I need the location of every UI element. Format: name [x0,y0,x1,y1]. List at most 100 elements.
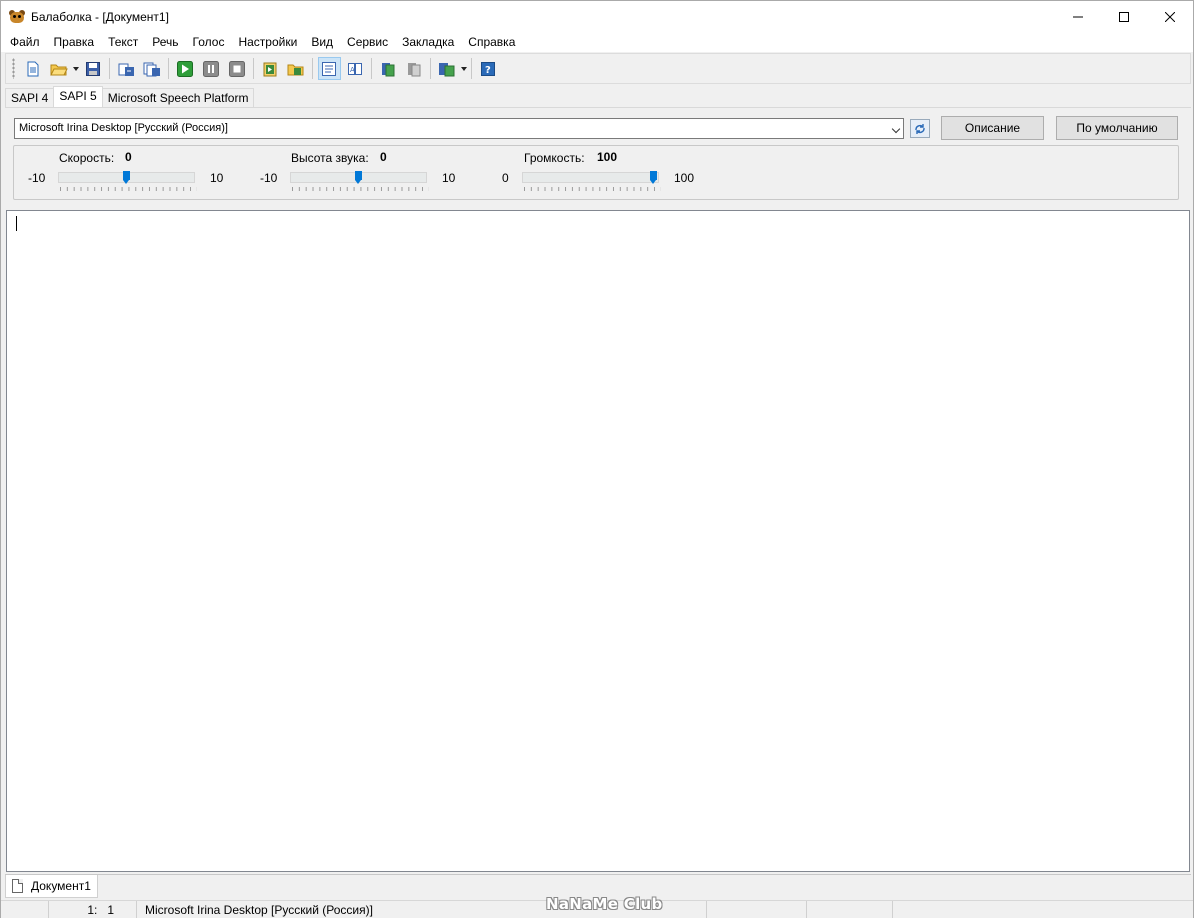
read-file-button[interactable] [285,57,308,80]
volume-label: Громкость: [524,151,585,165]
maximize-icon [1119,11,1129,22]
balabolka-app-icon[interactable] [9,9,25,25]
volume-ticks [524,187,661,191]
volume-max: 100 [674,171,695,185]
main-window: Балаболка - [Документ1] Файл Правка Текс… [0,0,1194,918]
minimize-button[interactable] [1055,1,1101,32]
volume-value: 100 [597,150,618,164]
volume-slider[interactable] [522,171,659,184]
voice-select[interactable]: Microsoft Irina Desktop [Русский (Россия… [14,118,904,139]
tab-sapi5[interactable]: SAPI 5 [53,86,103,107]
new-document-button[interactable] [22,57,45,80]
pitch-max: 10 [442,171,456,185]
rate-max: 10 [210,171,224,185]
menu-view[interactable]: Вид [304,32,340,52]
pitch-slider[interactable] [290,171,427,184]
help-icon: ? [481,61,495,76]
voice-panel: Microsoft Irina Desktop [Русский (Россия… [5,107,1191,205]
document-tab-label: Документ1 [31,879,91,893]
window-controls [1055,1,1193,32]
title-bar: Балаболка - [Документ1] [1,1,1193,32]
stop-button[interactable] [226,57,249,80]
pitch-min: -10 [260,171,278,185]
open-folder-icon [50,64,68,75]
status-cell [807,901,893,918]
save-button[interactable] [82,57,105,80]
pause-button[interactable] [200,57,223,80]
menu-text[interactable]: Текст [101,32,145,52]
rate-slider-thumb[interactable] [123,171,130,184]
volume-slider-thumb[interactable] [650,171,657,184]
voice-description-button[interactable]: Описание [941,116,1044,140]
open-button[interactable] [48,57,71,80]
book-gray-button[interactable] [403,57,426,80]
book-green-button[interactable] [377,57,400,80]
read-file-icon [287,64,304,75]
help-button[interactable]: ? [477,57,500,80]
menu-voice[interactable]: Голос [186,32,232,52]
show-text-button[interactable] [317,57,341,80]
batch-convert-icon [143,62,160,76]
svg-text:A: A [350,66,355,74]
toolbar-separator [430,58,431,79]
volume-slider-group: Громкость: 100 0 100 [478,146,698,201]
window-title: Балаболка - [Документ1] [31,9,169,24]
pitch-slider-group: Высота звука: 0 -10 10 [246,146,466,201]
menu-speech[interactable]: Речь [145,32,185,52]
document-icon [12,879,23,893]
toolbar: A ? [5,53,1191,84]
convert-audio-button[interactable] [436,57,459,80]
menu-tools[interactable]: Сервис [340,32,395,52]
book-gray-icon [408,62,421,76]
tab-document1[interactable]: Документ1 [5,875,98,898]
rate-slider[interactable] [58,171,195,184]
open-dropdown-arrow[interactable] [72,57,80,80]
refresh-voices-button[interactable] [910,119,930,138]
minimize-icon [1073,16,1083,17]
split-text-icon: A [348,62,362,75]
toolbar-separator [312,58,313,79]
watermark: NaNaMe Club [546,895,663,913]
svg-text:?: ? [485,65,491,76]
pitch-label: Высота звука: [291,151,369,165]
read-clipboard-icon [263,62,277,76]
export-audio-button[interactable] [115,57,138,80]
play-button[interactable] [174,57,197,80]
rate-slider-group: Скорость: 0 -10 10 [14,146,234,201]
pitch-slider-thumb[interactable] [355,171,362,184]
tab-microsoft-speech-platform[interactable]: Microsoft Speech Platform [101,88,255,107]
rate-min: -10 [28,171,46,185]
chevron-down-icon [891,124,901,134]
text-editor[interactable] [6,210,1190,872]
toolbar-separator [371,58,372,79]
maximize-button[interactable] [1101,1,1147,32]
menu-edit[interactable]: Правка [47,32,102,52]
close-button[interactable] [1147,1,1193,32]
status-cell [893,901,1193,918]
split-text-button[interactable]: A [344,57,367,80]
voice-default-button[interactable]: По умолчанию [1056,116,1178,140]
stop-icon [229,60,245,77]
voice-select-value: Microsoft Irina Desktop [Русский (Россия… [19,122,228,134]
status-cursor-position: 1: 1 [49,901,137,918]
read-clipboard-button[interactable] [259,57,282,80]
toolbar-grip[interactable] [12,58,15,79]
menu-file[interactable]: Файл [3,32,47,52]
show-text-icon [322,61,336,76]
volume-min: 0 [502,171,509,185]
menu-settings[interactable]: Настройки [231,32,304,52]
toolbar-separator [109,58,110,79]
convert-audio-icon [439,62,455,76]
toolbar-separator [168,58,169,79]
toolbar-separator [253,58,254,79]
export-audio-icon [118,63,134,76]
close-icon [1165,11,1175,22]
engine-tabs: SAPI 4 SAPI 5 Microsoft Speech Platform [5,86,255,107]
menu-bookmark[interactable]: Закладка [395,32,461,52]
pause-icon [203,60,219,77]
batch-convert-button[interactable] [141,57,164,80]
menu-help[interactable]: Справка [461,32,522,52]
tab-sapi4[interactable]: SAPI 4 [5,88,55,107]
convert-dropdown-arrow[interactable] [460,57,468,80]
toolbar-separator [471,58,472,79]
